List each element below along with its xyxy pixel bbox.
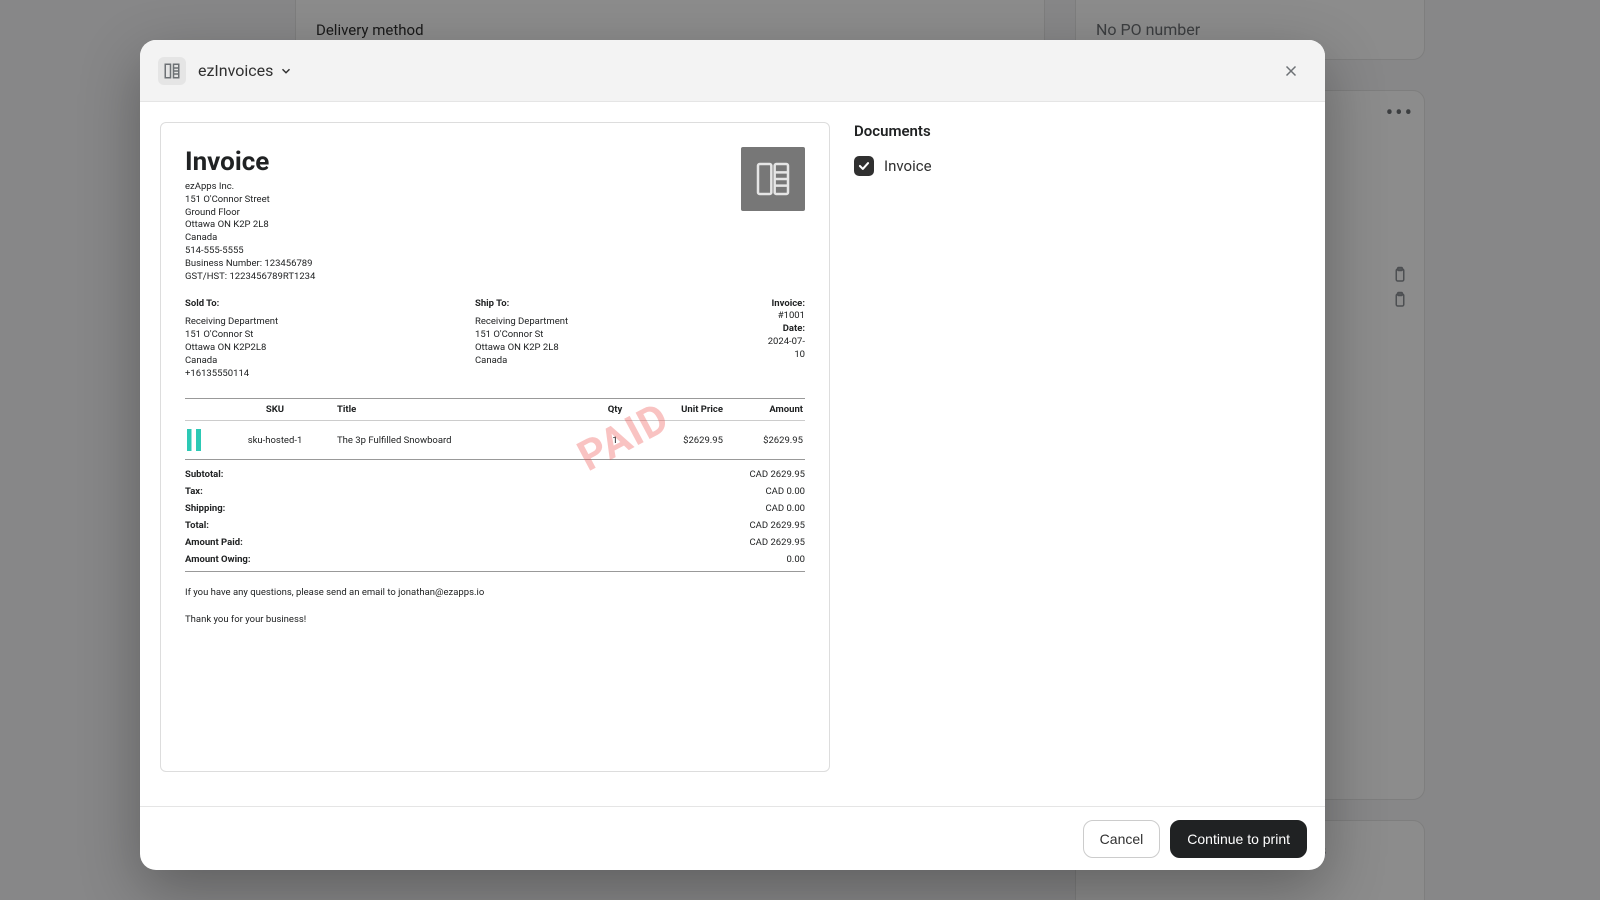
company-name: ezApps Inc. xyxy=(185,181,805,194)
cell-title: The 3p Fulfilled Snowboard xyxy=(335,421,585,460)
company-country: Canada xyxy=(185,232,805,245)
company-floor: Ground Floor xyxy=(185,207,805,220)
close-button[interactable] xyxy=(1275,55,1307,87)
sold-to-label: Sold To: xyxy=(185,298,475,311)
ship-to-dept: Receiving Department xyxy=(475,316,765,329)
tax-value: CAD 0.00 xyxy=(766,486,806,497)
documents-heading: Documents xyxy=(854,122,1305,140)
paid-value: CAD 2629.95 xyxy=(749,537,805,548)
sold-to-dept: Receiving Department xyxy=(185,316,475,329)
col-unit: Unit Price xyxy=(645,399,725,421)
subtotal-label: Subtotal: xyxy=(185,469,223,480)
invoice-checkbox-label: Invoice xyxy=(884,157,932,175)
invoice-title: Invoice xyxy=(185,147,805,177)
checkbox-checked-icon xyxy=(854,156,874,176)
shipping-label: Shipping: xyxy=(185,503,225,514)
line-items-table: SKU Title Qty Unit Price Amount sku-host… xyxy=(185,398,805,460)
invoice-date: 2024-07-10 xyxy=(768,336,805,360)
tax-label: Tax: xyxy=(185,486,203,497)
col-image xyxy=(185,399,215,421)
col-title: Title xyxy=(335,399,585,421)
sold-to-country: Canada xyxy=(185,355,475,368)
invoice-thanks: Thank you for your business! xyxy=(185,614,805,625)
owing-label: Amount Owing: xyxy=(185,554,251,565)
company-city: Ottawa ON K2P 2L8 xyxy=(185,219,805,232)
modal-footer: Cancel Continue to print xyxy=(140,806,1325,870)
modal-body: Invoice ezApps Inc. 151 O'Connor Street … xyxy=(140,102,1325,806)
owing-value: 0.00 xyxy=(786,554,805,565)
ship-to-country: Canada xyxy=(475,355,765,368)
invoice-checkbox-row[interactable]: Invoice xyxy=(854,156,1305,176)
invoice-preview: Invoice ezApps Inc. 151 O'Connor Street … xyxy=(160,122,830,772)
col-qty: Qty xyxy=(585,399,645,421)
cell-qty: 1 xyxy=(585,421,645,460)
table-row: sku-hosted-1 The 3p Fulfilled Snowboard … xyxy=(185,421,805,460)
cell-amount: $2629.95 xyxy=(725,421,805,460)
company-phone: 514-555-5555 xyxy=(185,245,805,258)
invoice-no: #1001 xyxy=(778,310,805,321)
invoice-meta: Invoice: #1001 Date: 2024-07-10 xyxy=(765,298,805,381)
company-block: ezApps Inc. 151 O'Connor Street Ground F… xyxy=(185,181,805,284)
cancel-button[interactable]: Cancel xyxy=(1083,820,1161,858)
total-label: Total: xyxy=(185,520,209,531)
continue-button[interactable]: Continue to print xyxy=(1170,820,1307,858)
documents-panel: Documents Invoice xyxy=(854,122,1305,786)
cell-sku: sku-hosted-1 xyxy=(215,421,335,460)
app-icon xyxy=(158,57,186,85)
sold-to-city: Ottawa ON K2P2L8 xyxy=(185,342,475,355)
totals-block: Subtotal: CAD 2629.95 Tax: CAD 0.00 Shippi… xyxy=(185,466,805,572)
ship-to-street: 151 O'Connor St xyxy=(475,329,765,342)
ship-to-label: Ship To: xyxy=(475,298,765,311)
ship-to-city: Ottawa ON K2P 2L8 xyxy=(475,342,765,355)
print-modal: ezInvoices Invoice ezApps Inc. 151 O'C xyxy=(140,40,1325,870)
sold-to-block: Sold To: Receiving Department 151 O'Conn… xyxy=(185,298,475,381)
cell-unit: $2629.95 xyxy=(645,421,725,460)
sold-to-phone: +16135550114 xyxy=(185,368,475,381)
chevron-down-icon xyxy=(279,64,293,78)
sold-to-street: 151 O'Connor St xyxy=(185,329,475,342)
invoice-footnote: If you have any questions, please send a… xyxy=(185,586,805,599)
col-amount: Amount xyxy=(725,399,805,421)
col-sku: SKU xyxy=(215,399,335,421)
company-logo xyxy=(741,147,805,211)
subtotal-value: CAD 2629.95 xyxy=(749,469,805,480)
shipping-value: CAD 0.00 xyxy=(766,503,806,514)
invoice-date-label: Date: xyxy=(783,323,805,334)
app-switcher[interactable]: ezInvoices xyxy=(198,61,293,80)
paid-label: Amount Paid: xyxy=(185,537,243,548)
company-business-no: Business Number: 123456789 xyxy=(185,258,805,271)
total-value: CAD 2629.95 xyxy=(749,520,805,531)
company-gst: GST/HST: 1223456789RT1234 xyxy=(185,271,805,284)
product-image-icon xyxy=(187,429,201,451)
ship-to-block: Ship To: Receiving Department 151 O'Conn… xyxy=(475,298,765,381)
app-name: ezInvoices xyxy=(198,61,273,80)
close-icon xyxy=(1282,62,1300,80)
invoice-no-label: Invoice: xyxy=(772,298,805,309)
company-street: 151 O'Connor Street xyxy=(185,194,805,207)
modal-header: ezInvoices xyxy=(140,40,1325,102)
